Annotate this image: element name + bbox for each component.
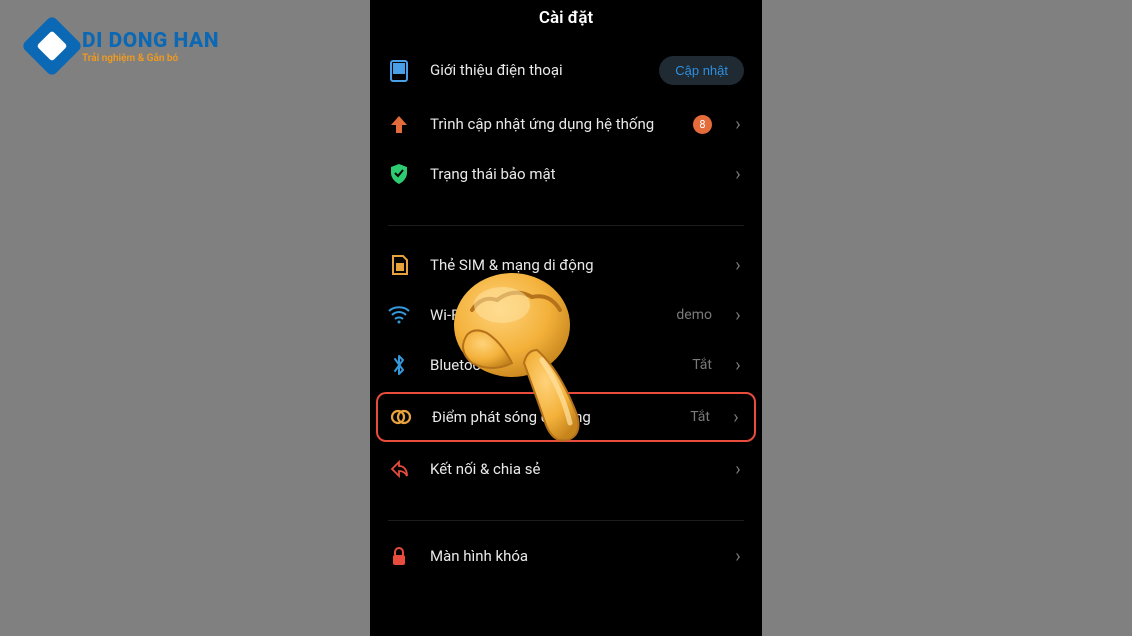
page-title: Cài đặt [370,0,762,42]
update-button[interactable]: Cập nhật [659,56,744,85]
watermark-logo-icon [21,15,83,77]
row-system-updater[interactable]: Trình cập nhật ứng dụng hệ thống 8 › [370,99,762,149]
row-label: Giới thiệu điện thoại [430,60,639,80]
row-label: Trạng thái bảo mật [430,164,712,184]
row-label: Kết nối & chia sẻ [430,459,712,479]
row-mobile-hotspot[interactable]: Điểm phát sóng di động Tắt › [376,392,756,442]
chevron-right-icon: › [730,407,742,428]
row-value: demo [676,307,712,323]
row-about-phone[interactable]: Giới thiệu điện thoại Cập nhật [370,42,762,99]
sim-card-icon [388,254,410,276]
row-value: Tắt [690,409,710,425]
watermark-brand: DI DONG HAN [82,29,219,53]
notification-badge: 8 [693,115,712,134]
watermark-tagline: Trải nghiệm & Gắn bó [82,53,219,64]
chevron-right-icon: › [732,546,744,567]
arrow-up-icon [388,113,410,135]
row-label: Điểm phát sóng di động [432,407,670,427]
chevron-right-icon: › [732,355,744,376]
row-label: Bluetooth [430,355,672,375]
share-icon [388,458,410,480]
phone-screen: Cài đặt Giới thiệu điện thoại Cập nhật T… [370,0,762,636]
shield-check-icon [388,163,410,185]
bluetooth-icon [388,354,410,376]
row-connection-share[interactable]: Kết nối & chia sẻ › [370,444,762,494]
chevron-right-icon: › [732,459,744,480]
row-security-status[interactable]: Trạng thái bảo mật › [370,149,762,199]
lock-icon [388,545,410,567]
row-value: Tắt [692,357,712,373]
chevron-right-icon: › [732,305,744,326]
row-label: Màn hình khóa [430,546,712,566]
row-lock-screen[interactable]: Màn hình khóa › [370,531,762,581]
watermark-badge: DI DONG HAN Trải nghiệm & Gắn bó [30,24,219,68]
chevron-right-icon: › [732,164,744,185]
wifi-icon [388,304,410,326]
row-label: Wi-Fi [430,305,656,325]
hotspot-icon [390,406,412,428]
chevron-right-icon: › [732,255,744,276]
row-wifi[interactable]: Wi-Fi demo › [370,290,762,340]
chevron-right-icon: › [732,114,744,135]
row-label: Thẻ SIM & mạng di động [430,255,712,275]
phone-icon [388,60,410,82]
row-sim-mobile-data[interactable]: Thẻ SIM & mạng di động › [370,240,762,290]
row-label: Trình cập nhật ứng dụng hệ thống [430,114,673,134]
row-bluetooth[interactable]: Bluetooth Tắt › [370,340,762,390]
